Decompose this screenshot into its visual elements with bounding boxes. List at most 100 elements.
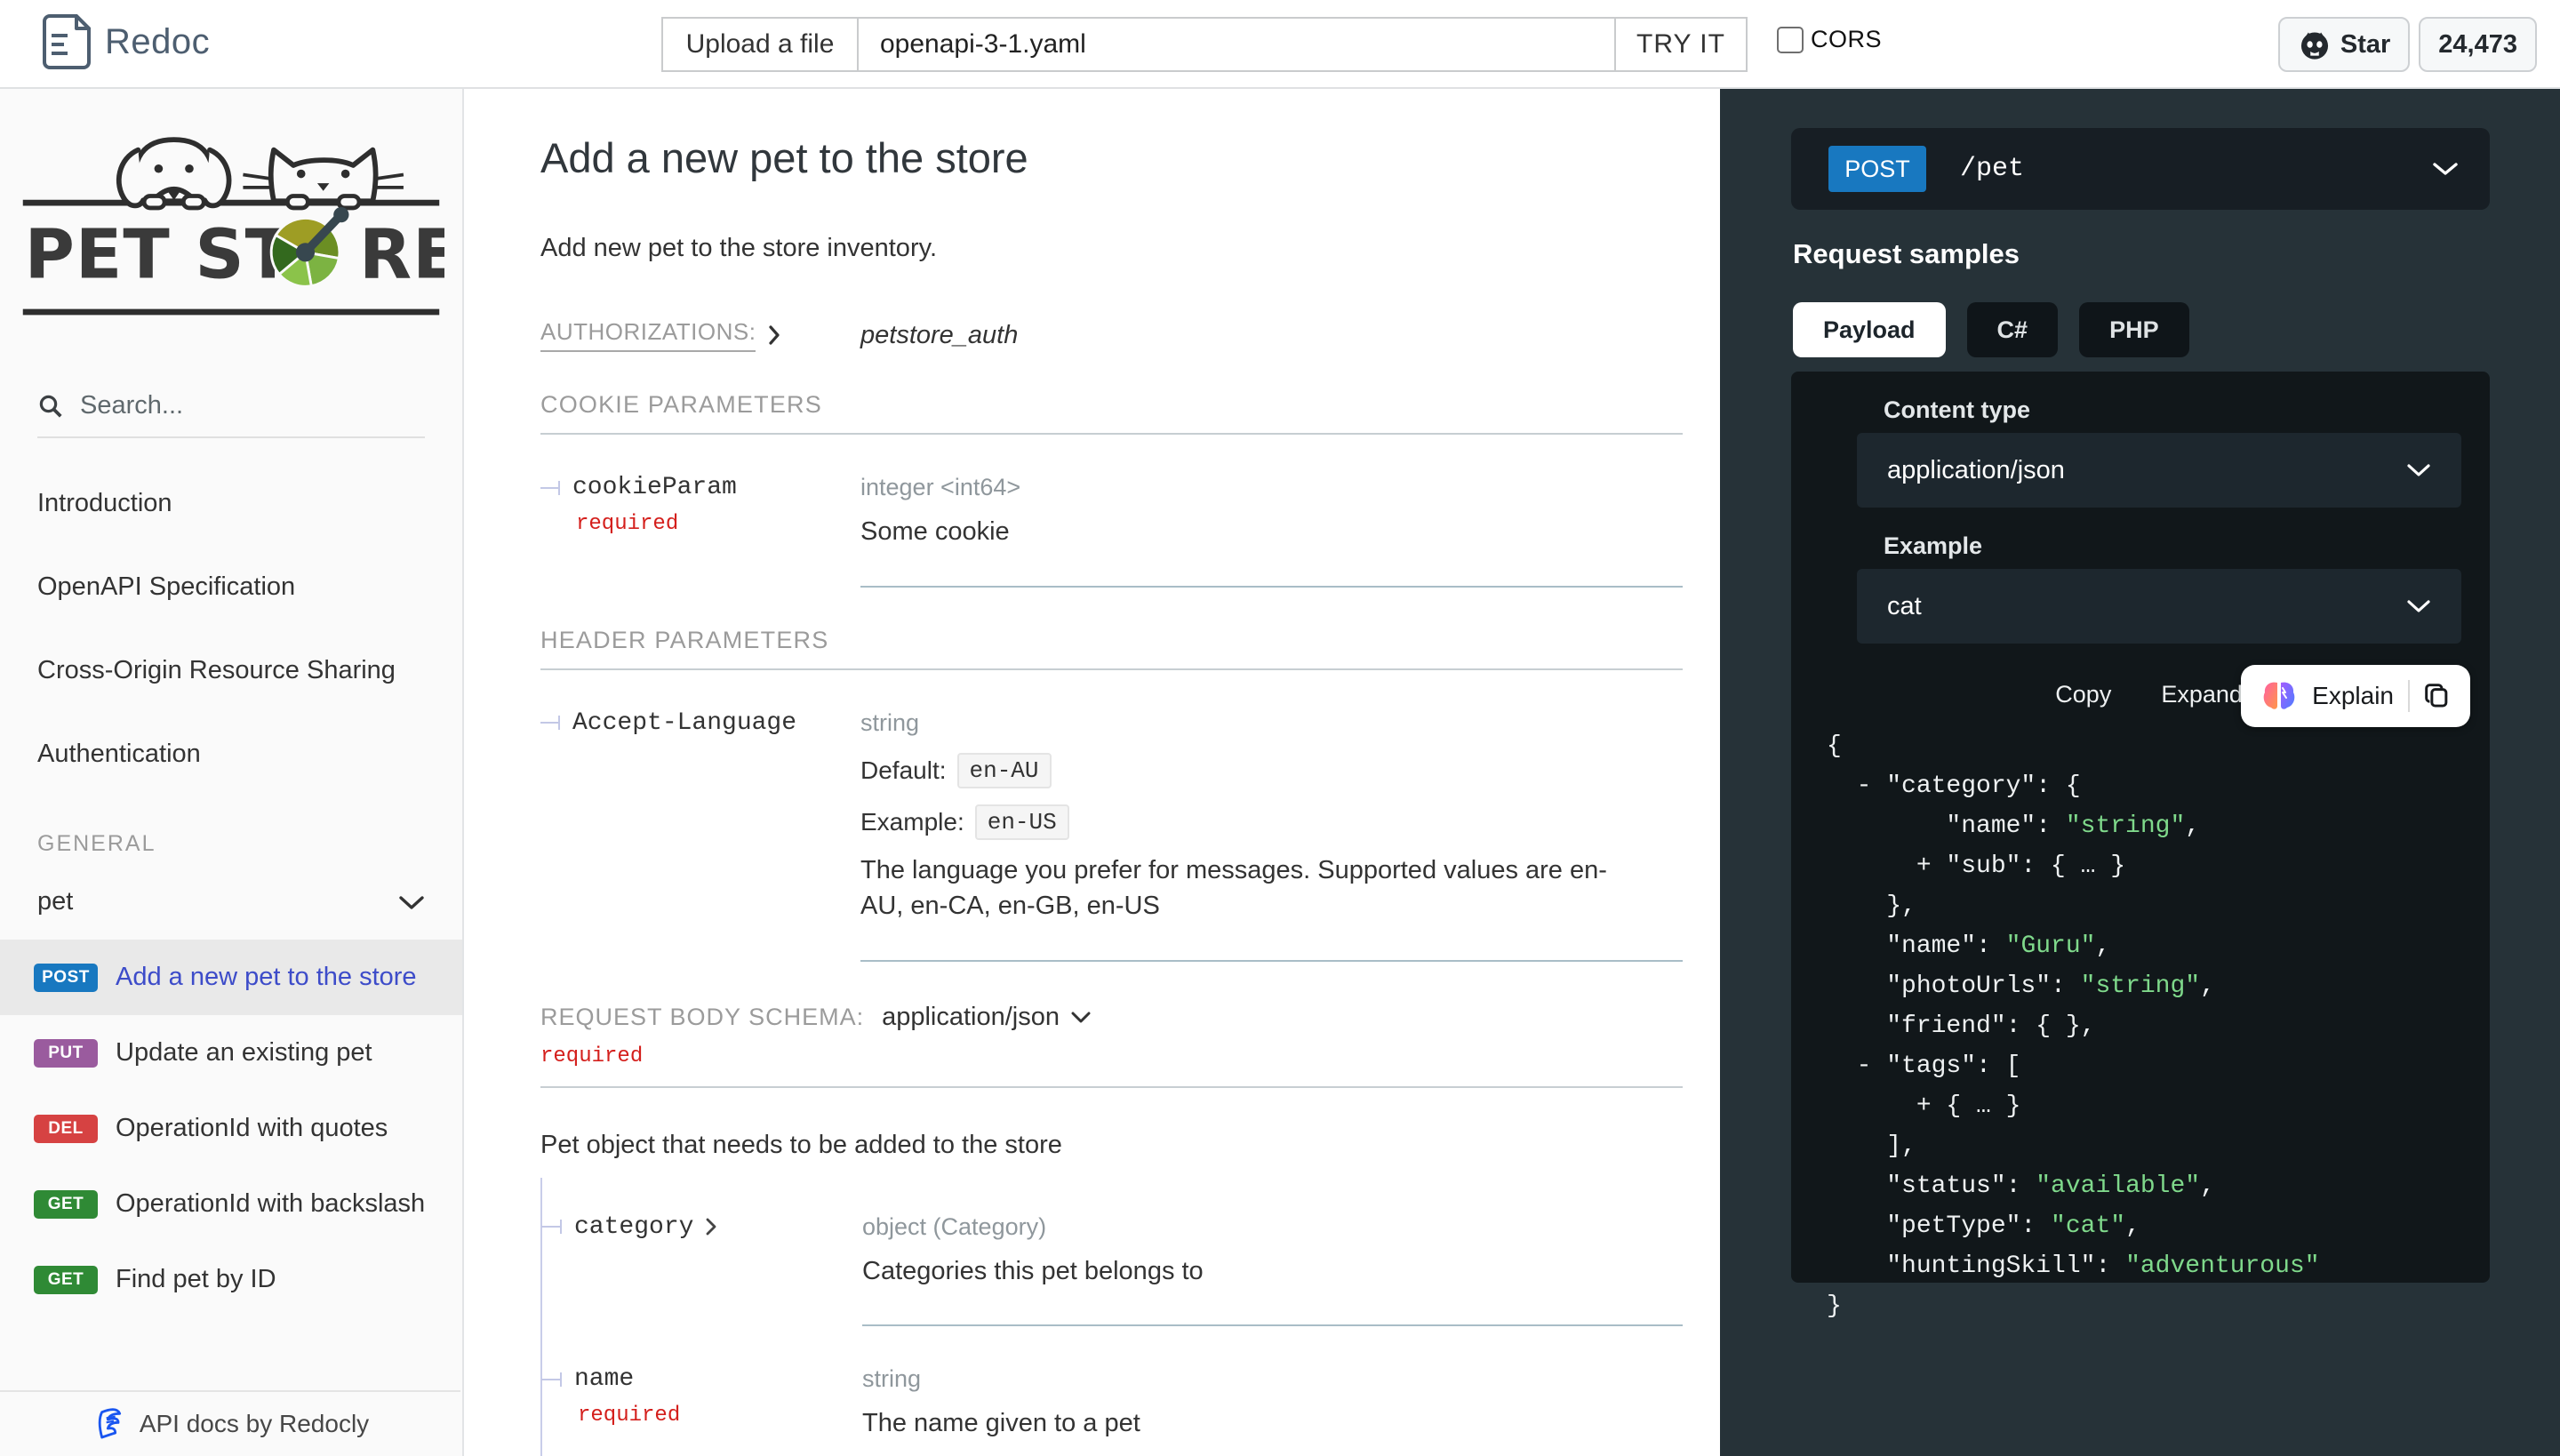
upload-file-button[interactable]: Upload a file (661, 17, 859, 72)
code-line: "name": "string", (1827, 806, 2454, 846)
sidebar-op-find-pet[interactable]: GET Find pet by ID (0, 1242, 462, 1317)
sidebar-section-general: GENERAL (37, 831, 462, 857)
logo-text-left: PET ST (25, 216, 292, 295)
method-badge-post: POST (1828, 146, 1926, 192)
example-label: Example: (860, 808, 964, 836)
footer-text: API docs by Redocly (140, 1410, 369, 1438)
sidebar-nav: Introduction OpenAPI Specification Cross… (0, 461, 462, 796)
sidebar-op-operationid-quotes[interactable]: DEL OperationId with quotes (0, 1091, 462, 1166)
code-line: + { … } (1827, 1086, 2454, 1126)
content-type-value: application/json (882, 1003, 1060, 1032)
cors-checkbox[interactable] (1777, 27, 1804, 53)
redocly-icon (92, 1406, 127, 1442)
redocly-footer-link[interactable]: API docs by Redocly (0, 1390, 460, 1456)
tree-tick-icon (542, 1371, 565, 1388)
field-description: Categories this pet belongs to (862, 1253, 1683, 1290)
field-row-category: category object (Category) Categories th… (542, 1178, 1683, 1327)
request-body-schema-label: REQUEST BODY SCHEMA: (540, 1004, 864, 1031)
redoc-brand[interactable]: Redoc (41, 12, 210, 71)
chevron-down-icon (2406, 599, 2431, 613)
op-label: OperationId with quotes (116, 1114, 388, 1143)
search-input[interactable]: Search... (37, 391, 425, 438)
copy-action[interactable]: Copy (2055, 681, 2111, 708)
method-badge-post: POST (34, 964, 98, 992)
chevron-right-icon (768, 324, 780, 346)
petstore-logo: PET ST RE (18, 121, 444, 334)
endpoint-dropdown[interactable]: POST /pet (1791, 128, 2490, 210)
field-name: category (574, 1213, 693, 1241)
brain-icon (2260, 679, 2298, 713)
code-line: "friend": { }, (1827, 1006, 2454, 1046)
required-flag: required (576, 512, 860, 536)
sidebar-item-introduction[interactable]: Introduction (0, 461, 462, 545)
tab-csharp[interactable]: C# (1967, 302, 2059, 357)
op-label: Find pet by ID (116, 1265, 276, 1294)
sidebar: PET ST RE Search... Introduction OpenAPI… (0, 89, 464, 1456)
search-placeholder: Search... (80, 391, 183, 420)
code-line: { (1827, 726, 2454, 766)
explain-button[interactable]: Explain (2241, 665, 2470, 727)
sidebar-op-operationid-backslash[interactable]: GET OperationId with backslash (0, 1166, 462, 1242)
field-type: string (862, 1365, 1683, 1393)
group-label: pet (37, 887, 73, 916)
spec-url-input[interactable] (880, 29, 1614, 60)
example-value-chip: en-US (975, 804, 1069, 840)
sidebar-op-add-pet[interactable]: POST Add a new pet to the store (0, 940, 462, 1015)
example-label: Example (1884, 532, 2490, 560)
chevron-down-icon (2406, 463, 2431, 477)
authorizations-label: AUTHORIZATIONS: (540, 318, 756, 352)
code-line: - "tags": [ (1827, 1046, 2454, 1086)
header-parameters-header: HEADER PARAMETERS (540, 627, 1683, 670)
auth-scheme-link[interactable]: petstore_auth (860, 321, 1018, 350)
code-line: ], (1827, 1126, 2454, 1166)
divider (2408, 680, 2410, 712)
default-label: Default: (860, 756, 947, 785)
content-type-select[interactable]: application/json (1857, 433, 2461, 508)
expand-chevron-icon[interactable] (706, 1218, 716, 1236)
cors-label: CORS (1811, 26, 1882, 53)
method-badge-del: DEL (34, 1115, 98, 1143)
schema-tree: category object (Category) Categories th… (540, 1178, 1683, 1456)
sidebar-item-openapi-specification[interactable]: OpenAPI Specification (0, 545, 462, 628)
body-description: Pet object that needs to be added to the… (540, 1131, 1683, 1160)
sidebar-op-update-pet[interactable]: PUT Update an existing pet (0, 1015, 462, 1091)
default-value-chip: en-AU (957, 753, 1052, 788)
param-description: The language you prefer for messages. Su… (860, 852, 1643, 924)
operation-description: Add new pet to the store inventory. (540, 234, 1683, 263)
example-select[interactable]: cat (1857, 569, 2461, 644)
sidebar-item-cors[interactable]: Cross-Origin Resource Sharing (0, 628, 462, 712)
logo-text-right: RE (359, 216, 444, 295)
payload-sample-card: Content type application/json Example ca… (1791, 372, 2490, 1283)
code-block[interactable]: { - "category": { "name": "string", + "s… (1791, 726, 2490, 1362)
method-badge-get: GET (34, 1266, 98, 1294)
sidebar-group-pet[interactable]: pet (0, 864, 462, 940)
authorizations-toggle[interactable]: AUTHORIZATIONS: (540, 318, 860, 352)
code-line: "huntingSkill": "adventurous" (1827, 1246, 2454, 1286)
brand-name: Redoc (105, 22, 210, 62)
content-type-label: Content type (1884, 372, 2490, 424)
param-type: integer <int64> (860, 474, 1683, 501)
github-star-count[interactable]: 24,473 (2419, 17, 2537, 72)
field-description: The name given to a pet (862, 1405, 1683, 1442)
method-badge-get: GET (34, 1190, 98, 1219)
copy-icon[interactable] (2424, 682, 2451, 710)
chevron-down-icon (398, 894, 425, 910)
example-selected: cat (1887, 592, 1922, 621)
tab-payload[interactable]: Payload (1793, 302, 1946, 357)
cat-drawing (271, 150, 376, 202)
code-line: "photoUrls": "string", (1827, 966, 2454, 1006)
search-icon (37, 393, 64, 420)
field-row-name: name required string The name given to a… (542, 1326, 1683, 1456)
github-star-button[interactable]: Star (2278, 17, 2410, 72)
op-label: Update an existing pet (116, 1038, 372, 1068)
tree-tick-icon (542, 1218, 565, 1236)
try-it-button[interactable]: TRY IT (1614, 17, 1748, 72)
tab-php[interactable]: PHP (2079, 302, 2189, 357)
content-type-dropdown[interactable]: application/json (882, 1003, 1092, 1032)
sidebar-item-authentication[interactable]: Authentication (0, 712, 462, 796)
divider (540, 1086, 1683, 1088)
tree-tick-icon (540, 479, 564, 497)
spec-url-field-wrap (857, 17, 1616, 72)
cors-control: CORS (1777, 26, 1882, 53)
star-label: Star (2340, 30, 2390, 60)
